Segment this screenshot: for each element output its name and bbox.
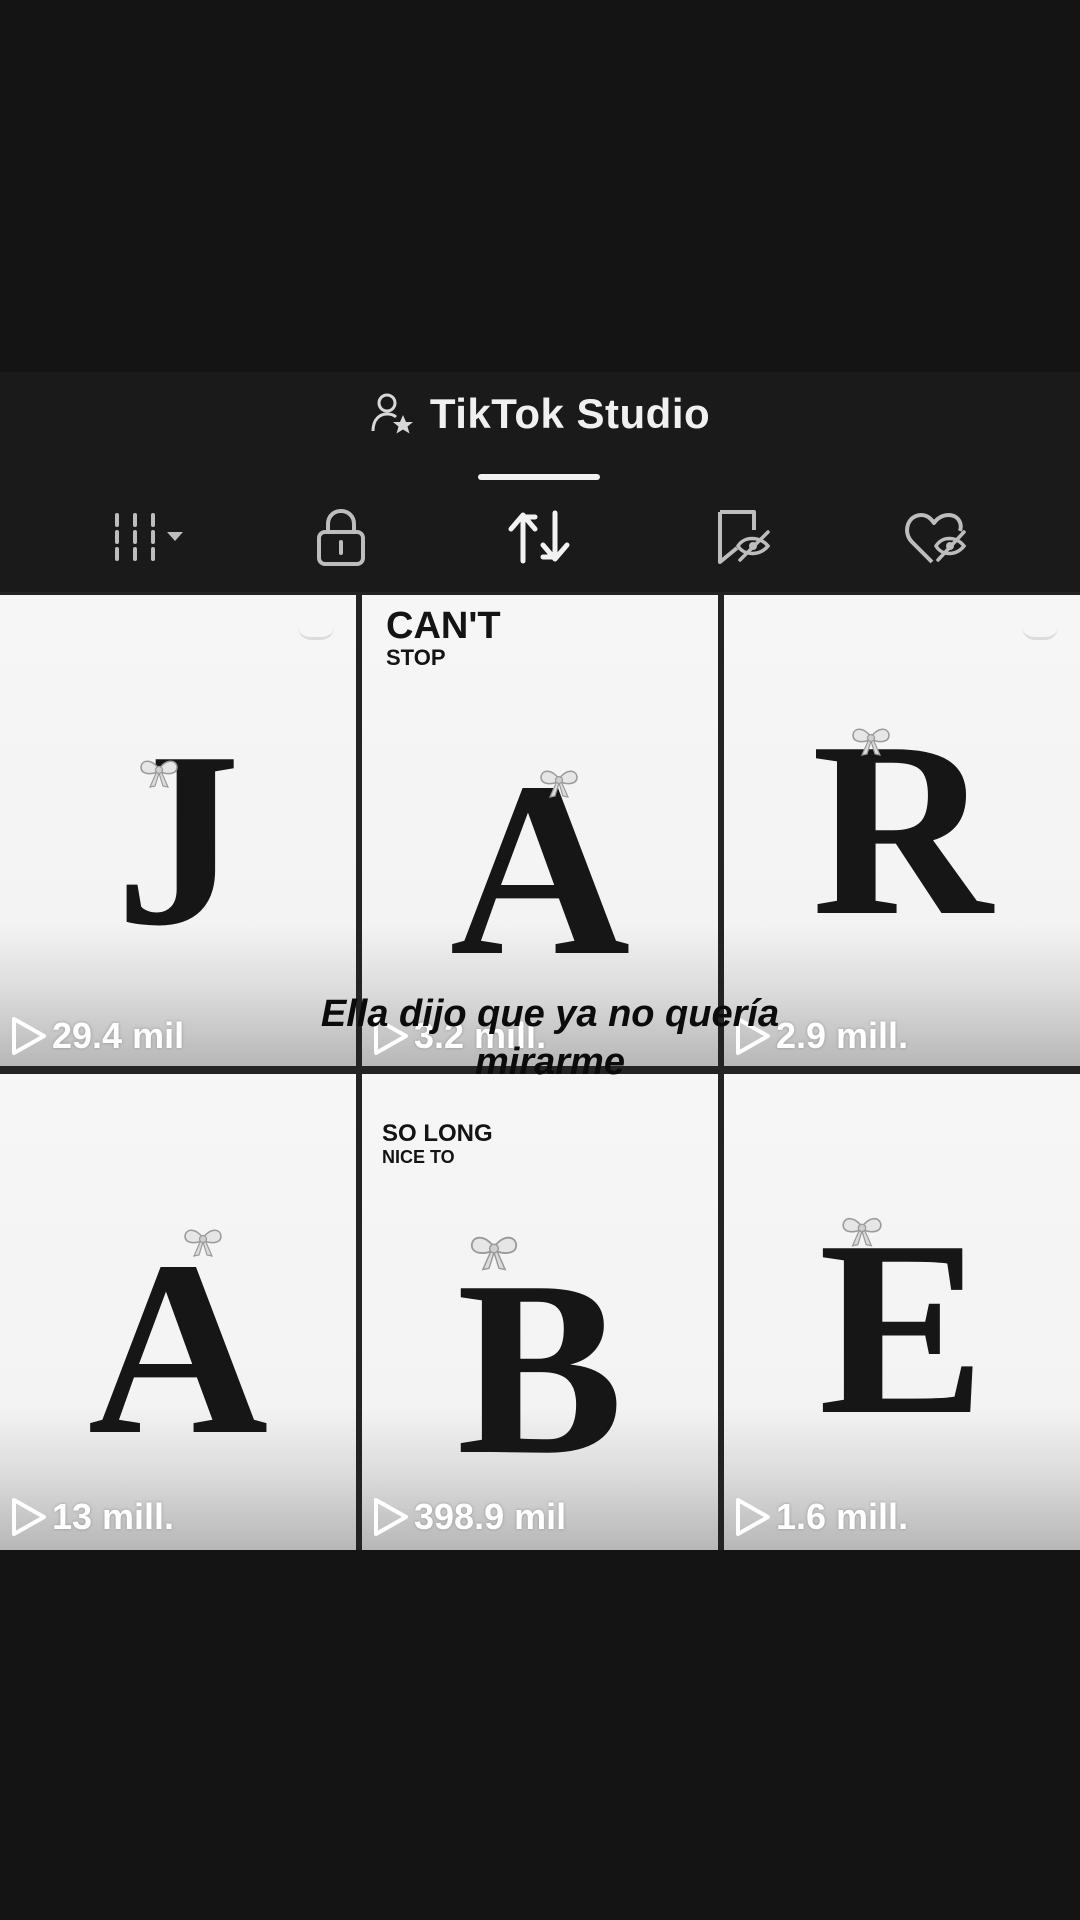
video-caption: CAN'T STOP <box>386 607 501 669</box>
view-count-label: 1.6 mill. <box>776 1496 909 1537</box>
view-count: 13 mill. <box>8 1496 174 1538</box>
repost-icon <box>508 510 570 564</box>
tab-videos-grid[interactable] <box>72 482 232 592</box>
tab-private[interactable] <box>261 482 421 592</box>
caption-line-2: NICE TO <box>382 1147 455 1167</box>
view-count: 398.9 mil <box>370 1496 566 1538</box>
profile-tabs <box>0 482 1080 592</box>
tab-reposts[interactable] <box>459 482 619 592</box>
video-tile[interactable]: A 13 mill. <box>0 1074 356 1550</box>
bow-icon <box>184 1229 222 1257</box>
bow-icon <box>842 1217 882 1247</box>
bow-icon <box>470 1236 518 1271</box>
tab-liked[interactable] <box>856 482 1016 592</box>
active-tab-indicator <box>478 474 600 480</box>
tile-letter: J <box>115 701 241 978</box>
video-tile[interactable]: E 1.6 mill. <box>724 1074 1080 1550</box>
video-tile[interactable]: SO LONG NICE TO B 398.9 mil <box>362 1074 718 1550</box>
studio-title: TikTok Studio <box>429 390 711 437</box>
tile-letter: R <box>811 691 993 968</box>
play-icon <box>374 1498 408 1536</box>
tab-favorites[interactable] <box>662 482 822 592</box>
heart-hidden-icon <box>905 512 967 564</box>
tile-corner-mark <box>298 627 334 640</box>
view-count: 29.4 mil <box>8 1015 184 1057</box>
caption-line-1: CAN'T <box>386 605 501 647</box>
overlay-subtitle: Ella dijo que ya no quería mirarme <box>320 993 780 1083</box>
bow-icon <box>852 728 890 756</box>
tile-corner-mark <box>1022 627 1058 640</box>
person-star-icon <box>371 393 413 434</box>
tiktok-studio-link[interactable]: TikTok Studio <box>0 372 1080 456</box>
bookmark-hidden-icon <box>718 510 771 564</box>
lock-icon <box>317 508 365 566</box>
view-count: 1.6 mill. <box>732 1496 908 1538</box>
view-count-label: 29.4 mil <box>52 1015 185 1056</box>
bow-icon <box>540 770 578 798</box>
video-caption: SO LONG NICE TO <box>382 1120 493 1167</box>
tile-letter: A <box>87 1210 269 1487</box>
grid-dropdown-icon <box>115 513 183 561</box>
play-icon <box>12 1498 46 1536</box>
play-icon <box>736 1498 770 1536</box>
tile-letter: E <box>818 1190 986 1467</box>
play-icon <box>12 1017 46 1055</box>
tile-letter: B <box>456 1230 624 1507</box>
tiktok-studio-header: TikTok Studio <box>0 372 1080 592</box>
view-count-label: 13 mill. <box>52 1496 175 1537</box>
caption-line-1: SO LONG <box>382 1120 493 1147</box>
bow-icon <box>140 760 178 788</box>
view-count-label: 398.9 mil <box>414 1496 567 1537</box>
caption-line-2: STOP <box>386 645 446 670</box>
